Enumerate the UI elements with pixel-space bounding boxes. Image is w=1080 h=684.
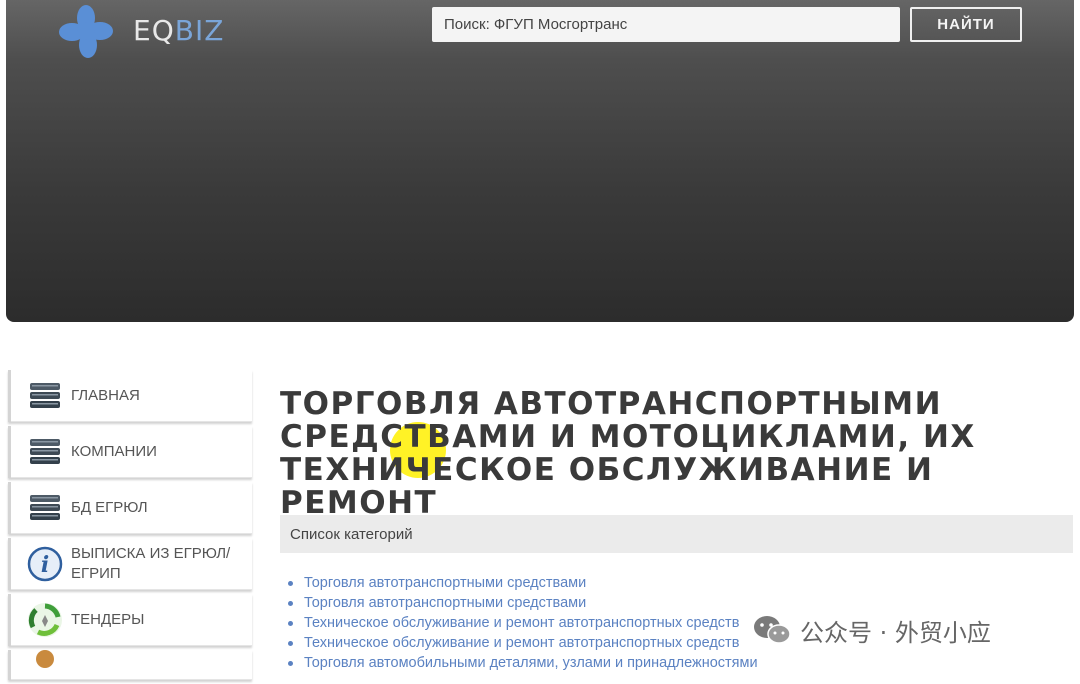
database-icon xyxy=(25,488,65,528)
category-link[interactable]: Техническое обслуживание и ремонт автотр… xyxy=(286,633,758,653)
database-icon xyxy=(25,376,65,416)
sidebar-item-label: БД ЕГРЮЛ xyxy=(71,499,148,516)
categories-header-label: Список категорий xyxy=(290,525,413,543)
watermark-text: 公众号 · 外贸小应 xyxy=(800,618,991,647)
sidebar-item-tenders[interactable]: ТЕНДЕРЫ xyxy=(8,594,252,646)
logo-text-biz: BIZ xyxy=(174,14,225,47)
logo-text-eq: EQ xyxy=(133,14,175,47)
sidebar-nav: ГЛАВНАЯ КОМПАНИИ БД ЕГРЮЛ i ВЫПИСКА ИЗ Е… xyxy=(8,370,252,684)
category-link[interactable]: Техническое обслуживание и ремонт автотр… xyxy=(286,613,758,633)
categories-header: Список категорий xyxy=(280,515,1073,553)
category-link[interactable]: Торговля автотранспортными средствами xyxy=(286,573,758,593)
page-title: ТОРГОВЛЯ АВТОТРАНСПОРТНЫМИ СРЕДСТВАМИ И … xyxy=(280,386,976,521)
category-link[interactable]: Торговля автотранспортными средствами xyxy=(286,593,758,613)
info-icon: i xyxy=(25,544,65,584)
logo-flower-icon xyxy=(59,5,113,58)
sidebar-item-label: ГЛАВНАЯ xyxy=(71,387,140,404)
category-link[interactable]: Торговля автомобильными деталями, узлами… xyxy=(286,653,758,673)
database-icon xyxy=(25,432,65,472)
wechat-icon xyxy=(754,616,791,644)
user-icon xyxy=(25,650,65,680)
sidebar-item-companies[interactable]: КОМПАНИИ xyxy=(8,426,252,478)
sidebar-item-egrul-extract[interactable]: i ВЫПИСКА ИЗ ЕГРЮЛ/ ЕГРИП xyxy=(8,538,252,590)
header-banner xyxy=(6,0,1074,322)
sidebar-item-home[interactable]: ГЛАВНАЯ xyxy=(8,370,252,422)
sidebar-item-label: ВЫПИСКА ИЗ ЕГРЮЛ/ ЕГРИП xyxy=(71,545,231,582)
sidebar-item-label: ТЕНДЕРЫ xyxy=(71,611,145,628)
search-input[interactable] xyxy=(432,7,900,42)
sidebar-item-label: КОМПАНИИ xyxy=(71,443,157,460)
sidebar-item-egrul-db[interactable]: БД ЕГРЮЛ xyxy=(8,482,252,534)
recycle-icon xyxy=(25,600,65,640)
search-button[interactable]: НАЙТИ xyxy=(910,7,1022,42)
svg-text:i: i xyxy=(41,552,49,578)
logo-text: EQBIZ xyxy=(133,14,224,47)
sidebar-item-partial[interactable] xyxy=(8,650,252,680)
category-list: Торговля автотранспортными средствами То… xyxy=(286,573,758,673)
watermark: 公众号 · 外贸小应 xyxy=(752,610,991,650)
